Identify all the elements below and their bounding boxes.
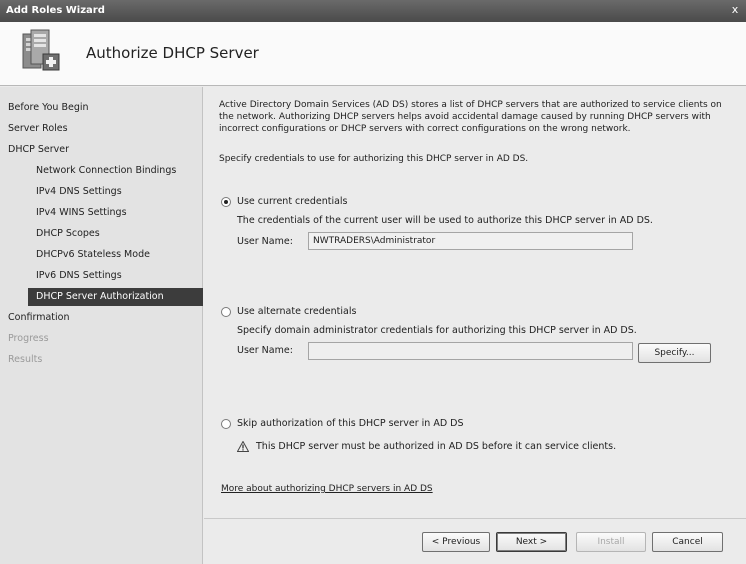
server-role-icon [22, 29, 60, 71]
specify-text: Specify credentials to use for authorizi… [219, 154, 529, 164]
current-user-name-field[interactable] [308, 232, 633, 250]
sidebar-item-ipv4-dns-settings[interactable]: IPv4 DNS Settings [0, 183, 203, 201]
wizard-footer: < Previous Next > Install Cancel [204, 518, 746, 564]
cancel-button[interactable]: Cancel [652, 532, 723, 552]
use-alternate-credentials-radio[interactable] [221, 307, 231, 317]
title-bar: Add Roles Wizard x [0, 0, 746, 22]
sidebar-item-dhcp-server[interactable]: DHCP Server [0, 141, 203, 159]
skip-authorization-label[interactable]: Skip authorization of this DHCP server i… [237, 418, 464, 429]
sidebar-item-progress: Progress [8, 333, 49, 344]
sidebar-item-server-roles[interactable]: Server Roles [0, 120, 203, 138]
wizard-content: Active Directory Domain Services (AD DS)… [204, 87, 746, 507]
use-current-credentials-label[interactable]: Use current credentials [237, 196, 348, 207]
intro-text: Active Directory Domain Services (AD DS)… [219, 100, 722, 134]
alternate-credentials-description: Specify domain administrator credentials… [237, 325, 637, 336]
wizard-sidebar: Before You Begin Server Roles DHCP Serve… [0, 87, 203, 564]
use-alternate-credentials-label[interactable]: Use alternate credentials [237, 306, 356, 317]
close-icon[interactable]: x [728, 3, 742, 17]
alternate-user-name-field[interactable] [308, 342, 633, 360]
sidebar-item-results: Results [8, 354, 43, 365]
window-title: Add Roles Wizard [6, 5, 105, 16]
page-title: Authorize DHCP Server [86, 44, 259, 62]
sidebar-item-dhcpv6-stateless-mode[interactable]: DHCPv6 Stateless Mode [0, 246, 203, 264]
wizard-header: Authorize DHCP Server [0, 22, 746, 86]
specify-button[interactable]: Specify... [638, 343, 711, 363]
sidebar-item-network-connection-bindings[interactable]: Network Connection Bindings [0, 162, 203, 180]
more-about-authorizing-link[interactable]: More about authorizing DHCP servers in A… [221, 484, 433, 494]
skip-authorization-radio[interactable] [221, 419, 231, 429]
sidebar-item-ipv6-dns-settings[interactable]: IPv6 DNS Settings [0, 267, 203, 285]
sidebar-item-dhcp-scopes[interactable]: DHCP Scopes [0, 225, 203, 243]
sidebar-item-ipv4-wins-settings[interactable]: IPv4 WINS Settings [0, 204, 203, 222]
sidebar-item-dhcp-server-authorization[interactable]: DHCP Server Authorization [28, 288, 203, 306]
sidebar-item-before-you-begin[interactable]: Before You Begin [0, 99, 203, 117]
skip-authorization-warning: This DHCP server must be authorized in A… [256, 441, 617, 452]
current-user-name-label: User Name: [237, 236, 293, 247]
current-credentials-description: The credentials of the current user will… [237, 215, 653, 226]
install-button: Install [576, 532, 646, 552]
alternate-user-name-label: User Name: [237, 345, 293, 356]
next-button[interactable]: Next > [496, 532, 567, 552]
use-current-credentials-radio[interactable] [221, 197, 231, 207]
previous-button[interactable]: < Previous [422, 532, 490, 552]
add-roles-wizard-window: Add Roles Wizard x Authorize DHCP Server… [0, 0, 746, 564]
warning-icon [237, 441, 249, 452]
sidebar-item-confirmation[interactable]: Confirmation [0, 309, 203, 327]
